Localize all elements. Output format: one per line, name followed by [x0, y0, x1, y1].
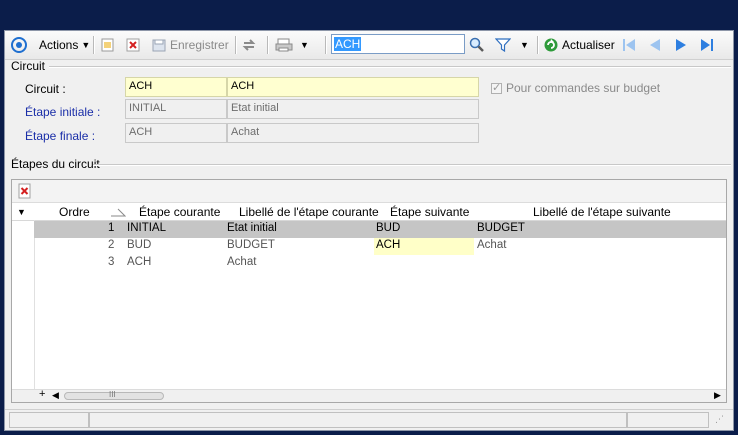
caret-down-icon: ▼ [520, 40, 529, 50]
sort-indicator-icon [110, 206, 127, 220]
circuit-name-field[interactable]: ACH [227, 77, 479, 97]
cell-current-label: Achat [227, 256, 257, 268]
table-row[interactable]: 1 INITIAL Etat initial BUD BUDGET [34, 221, 726, 238]
column-menu-icon[interactable]: ▼ [17, 207, 26, 217]
cell-current-label: BUDGET [227, 239, 275, 251]
first-record-icon [621, 37, 637, 53]
search-icon [469, 37, 485, 53]
delete-button[interactable] [125, 35, 141, 55]
cell-current-step[interactable]: BUD [127, 239, 151, 251]
target-icon [11, 37, 27, 53]
save-button[interactable]: Enregistrer [151, 35, 229, 55]
new-record-button[interactable] [99, 35, 115, 55]
caret-down-icon: ▼ [81, 40, 91, 50]
next-record-button[interactable] [673, 35, 689, 55]
filter-button[interactable]: ▼ [494, 35, 529, 55]
caret-down-icon: ▼ [300, 40, 309, 50]
end-step-label[interactable]: Étape finale : [25, 129, 95, 143]
cell-next-label: Achat [477, 239, 507, 251]
status-panel [89, 412, 627, 428]
record-selector-button[interactable] [11, 35, 27, 55]
last-record-button[interactable] [699, 35, 715, 55]
toolbar: Actions ▼ Enregistrer ▼ ACH ▼ Actualiser [5, 31, 733, 60]
thumb-grip: III [109, 390, 116, 399]
column-header-next-step[interactable]: Étape suivante [390, 205, 469, 219]
circuit-label: Circuit : [25, 82, 66, 96]
grid-toolbar [12, 180, 726, 203]
start-step-label[interactable]: Étape initiale : [25, 105, 100, 119]
steps-grid: ▼ Ordre Étape courante Libellé de l'étap… [11, 179, 727, 403]
end-step-name-field: Achat [227, 123, 479, 143]
end-step-code-field: ACH [125, 123, 227, 143]
new-document-icon [99, 37, 115, 53]
status-panel [9, 412, 89, 428]
checkbox-box[interactable] [491, 81, 502, 94]
row-indicator-column [12, 220, 35, 400]
section-divider [93, 164, 731, 166]
status-bar: ⋰ [5, 409, 733, 430]
table-row[interactable]: 2 BUD BUDGET ACH Achat [34, 238, 726, 255]
printer-icon [275, 37, 293, 53]
cell-current-step[interactable]: INITIAL [127, 222, 166, 234]
actions-label: Actions [39, 38, 79, 52]
budget-checkbox-label: Pour commandes sur budget [506, 81, 661, 95]
start-step-code-field: INITIAL [125, 99, 227, 119]
search-button[interactable] [469, 35, 485, 55]
cell-order: 3 [108, 256, 115, 268]
circuit-section-title: Circuit [11, 59, 46, 73]
refresh-button[interactable]: Actualiser [543, 35, 615, 55]
first-record-button[interactable] [621, 35, 637, 55]
expand-plus-icon[interactable]: + [39, 388, 45, 400]
resize-grip-icon[interactable]: ⋰ [715, 414, 724, 425]
save-label: Enregistrer [170, 38, 229, 52]
cell-current-label: Etat initial [227, 222, 277, 234]
horizontal-scrollbar[interactable]: + ◀ III ▶ [12, 388, 726, 402]
cell-order: 2 [108, 239, 115, 251]
budget-checkbox[interactable]: Pour commandes sur budget [491, 81, 660, 95]
cell-next-label: BUDGET [477, 222, 525, 234]
next-icon [673, 37, 689, 53]
circuit-code-field[interactable]: ACH [125, 77, 227, 97]
filter-icon [494, 37, 512, 53]
cell-current-step[interactable]: ACH [127, 256, 151, 268]
scroll-thumb[interactable]: III [64, 390, 164, 400]
grid-header: ▼ Ordre Étape courante Libellé de l'étap… [12, 204, 726, 221]
scroll-left-icon[interactable]: ◀ [52, 390, 59, 401]
table-row[interactable]: 3 ACH Achat [34, 255, 726, 272]
section-divider [49, 66, 731, 68]
cell-next-step[interactable]: BUD [376, 222, 400, 234]
save-icon [151, 37, 167, 53]
column-header-current-step[interactable]: Étape courante [139, 205, 220, 219]
refresh-label: Actualiser [562, 38, 615, 52]
cell-order: 1 [108, 222, 115, 234]
actions-menu-button[interactable]: Actions ▼ [39, 35, 90, 55]
sync-button[interactable] [241, 35, 257, 55]
column-header-current-label[interactable]: Libellé de l'étape courante [239, 205, 379, 219]
delete-icon [125, 37, 141, 53]
last-record-icon [699, 37, 715, 53]
main-window: Actions ▼ Enregistrer ▼ ACH ▼ Actualiser… [4, 30, 734, 431]
search-input[interactable]: ACH [334, 37, 362, 51]
sync-icon [241, 37, 257, 53]
previous-record-button[interactable] [647, 35, 663, 55]
print-button[interactable]: ▼ [275, 35, 309, 55]
column-header-next-label[interactable]: Libellé de l'étape suivante [533, 205, 671, 219]
scroll-right-icon[interactable]: ▶ [714, 390, 721, 401]
column-header-order[interactable]: Ordre [59, 205, 90, 219]
search-field[interactable]: ACH [331, 34, 465, 54]
remove-filter-icon[interactable] [18, 183, 34, 199]
refresh-icon [543, 37, 559, 53]
previous-icon [647, 37, 663, 53]
cell-next-step[interactable]: ACH [374, 238, 474, 255]
steps-section-title: Étapes du circuit [11, 157, 100, 171]
start-step-name-field: Etat initial [227, 99, 479, 119]
status-panel [627, 412, 709, 428]
